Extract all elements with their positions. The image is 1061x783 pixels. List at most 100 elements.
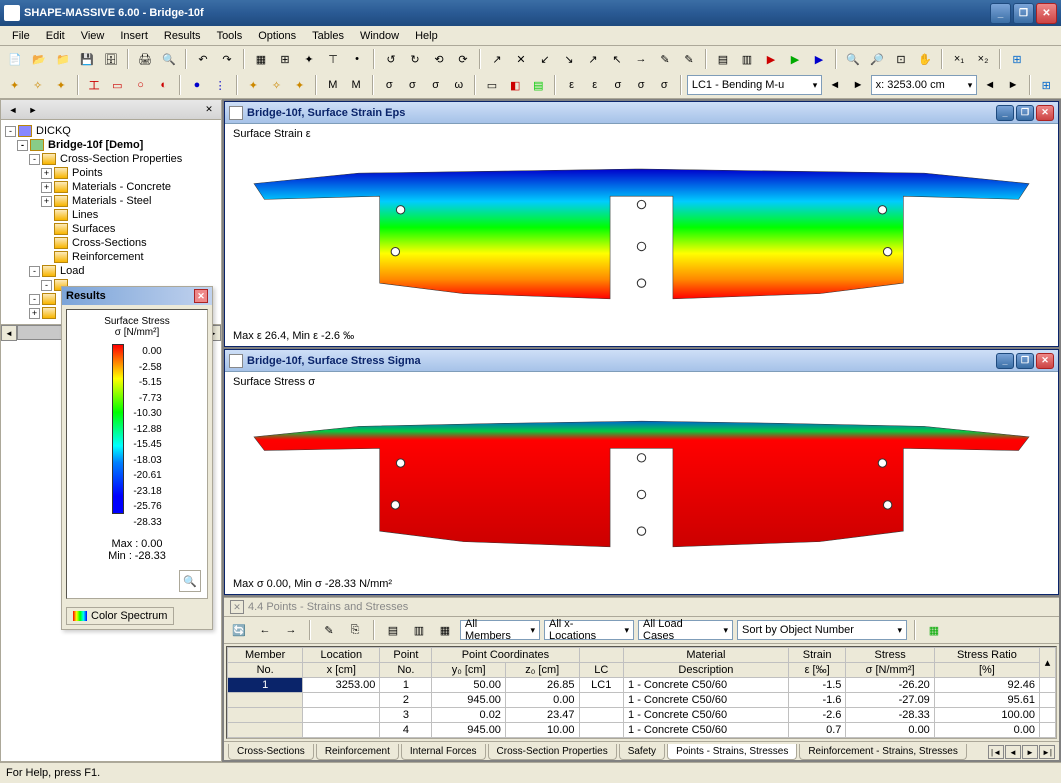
sub2-min[interactable]: _ xyxy=(996,353,1014,369)
eps4-icon[interactable]: σ xyxy=(631,74,652,96)
tab-rss[interactable]: Reinforcement - Strains, Stresses xyxy=(799,744,967,760)
zoom-fit-icon[interactable]: ⊡ xyxy=(890,48,912,70)
tool1-icon[interactable]: ✦ xyxy=(4,74,25,96)
table-close-icon[interactable]: ✕ xyxy=(230,600,244,614)
tabnav-next[interactable]: ► xyxy=(1022,745,1038,759)
zoom-legend-icon[interactable]: 🔍 xyxy=(179,570,201,592)
sub1-min[interactable]: _ xyxy=(996,105,1014,121)
win-icon[interactable]: ⊞ xyxy=(1036,74,1057,96)
eps1-icon[interactable]: ε xyxy=(561,74,582,96)
sig3-icon[interactable]: σ xyxy=(425,74,446,96)
tab-reinf[interactable]: Reinforcement xyxy=(316,744,399,760)
tabnav-prev[interactable]: ◄ xyxy=(1005,745,1021,759)
tt-excel-icon[interactable]: ▦ xyxy=(923,619,945,641)
results-table[interactable]: MemberLocation PointPoint Coordinates Ma… xyxy=(227,647,1056,738)
pan-icon[interactable]: ✋ xyxy=(914,48,936,70)
filter-xloc[interactable]: All x-Locations xyxy=(544,620,634,640)
tool2-icon[interactable]: ✧ xyxy=(27,74,48,96)
box3-icon[interactable]: ▤ xyxy=(528,74,549,96)
pt-icon[interactable]: • xyxy=(346,48,368,70)
box2-icon[interactable]: ◧ xyxy=(505,74,526,96)
table-row[interactable]: 4945.0010.001 - Concrete C50/600.70.000.… xyxy=(228,723,1056,738)
tt-refresh-icon[interactable]: 🔄 xyxy=(228,619,250,641)
sub1-max[interactable]: ❐ xyxy=(1016,105,1034,121)
maximize-button[interactable]: ❐ xyxy=(1013,3,1034,24)
star3-icon[interactable]: ✦ xyxy=(289,74,310,96)
menu-insert[interactable]: Insert xyxy=(112,28,156,44)
table-row[interactable]: 30.0223.471 - Concrete C50/60-2.6-28.331… xyxy=(228,708,1056,723)
filter-sort[interactable]: Sort by Object Number xyxy=(737,620,907,640)
arrow5-icon[interactable]: ↗ xyxy=(582,48,604,70)
table-row[interactable]: 13253.00150.0026.85LC11 - Concrete C50/6… xyxy=(228,678,1056,693)
menu-results[interactable]: Results xyxy=(156,28,209,44)
tt-copy-icon[interactable]: ⎘ xyxy=(344,619,366,641)
print-icon[interactable]: 🖨 xyxy=(134,48,156,70)
tt-b1-icon[interactable]: ▤ xyxy=(382,619,404,641)
eps3-icon[interactable]: σ xyxy=(607,74,628,96)
tt-b2-icon[interactable]: ▥ xyxy=(408,619,430,641)
run3-icon[interactable]: ▶ xyxy=(808,48,830,70)
other-icon[interactable]: ◐ xyxy=(153,74,174,96)
x1-icon[interactable]: ×₁ xyxy=(948,48,970,70)
tt-b3-icon[interactable]: ▦ xyxy=(434,619,456,641)
nav-close-icon[interactable]: ✕ xyxy=(201,102,217,118)
results-close-icon[interactable]: ✕ xyxy=(194,289,208,303)
rect-icon[interactable]: ▭ xyxy=(107,74,128,96)
Mx-icon[interactable]: M xyxy=(322,74,343,96)
nav-fwd-icon[interactable]: ► xyxy=(25,102,41,118)
snap-icon[interactable]: ⊞ xyxy=(274,48,296,70)
open2-icon[interactable]: 📁 xyxy=(52,48,74,70)
tab-if[interactable]: Internal Forces xyxy=(401,744,486,760)
tab-csp[interactable]: Cross-Section Properties xyxy=(488,744,617,760)
redo-icon[interactable]: ↷ xyxy=(216,48,238,70)
arrow8-icon[interactable]: ✎ xyxy=(654,48,676,70)
star1-icon[interactable]: ✦ xyxy=(243,74,264,96)
color-spectrum-button[interactable]: Color Spectrum xyxy=(66,607,174,625)
rot4-icon[interactable]: ⟳ xyxy=(452,48,474,70)
new-icon[interactable]: 📄 xyxy=(4,48,26,70)
save-icon[interactable]: 💾 xyxy=(76,48,98,70)
menu-edit[interactable]: Edit xyxy=(38,28,73,44)
close-button[interactable]: ✕ xyxy=(1036,3,1057,24)
menu-tools[interactable]: Tools xyxy=(209,28,251,44)
nav-back-icon[interactable]: ◄ xyxy=(5,102,21,118)
next-x-icon[interactable]: ► xyxy=(1002,74,1023,96)
zoom-out-icon[interactable]: 🔎 xyxy=(866,48,888,70)
next-lc-icon[interactable]: ► xyxy=(847,74,868,96)
eps5-icon[interactable]: σ xyxy=(654,74,675,96)
tabnav-first[interactable]: |◄ xyxy=(988,745,1004,759)
run2-icon[interactable]: ▶ xyxy=(784,48,806,70)
tab-safety[interactable]: Safety xyxy=(619,744,665,760)
prev-x-icon[interactable]: ◄ xyxy=(979,74,1000,96)
menu-options[interactable]: Options xyxy=(250,28,304,44)
arrow7-icon[interactable]: → xyxy=(630,48,652,70)
tt-back-icon[interactable]: ← xyxy=(254,619,276,641)
zoom-in-icon[interactable]: 🔍 xyxy=(842,48,864,70)
circle-icon[interactable]: ○ xyxy=(130,74,151,96)
arrow9-icon[interactable]: ✎ xyxy=(678,48,700,70)
table2-icon[interactable]: ▥ xyxy=(736,48,758,70)
sub2-max[interactable]: ❐ xyxy=(1016,353,1034,369)
My-icon[interactable]: M xyxy=(345,74,366,96)
table-row[interactable]: 2945.000.001 - Concrete C50/60-1.6-27.09… xyxy=(228,693,1056,708)
cascade-icon[interactable]: ⊞ xyxy=(1006,48,1028,70)
isec-icon[interactable]: 工 xyxy=(84,74,105,96)
undo-icon[interactable]: ↶ xyxy=(192,48,214,70)
sig1-icon[interactable]: σ xyxy=(379,74,400,96)
run1-icon[interactable]: ▶ xyxy=(760,48,782,70)
loadcase-combo[interactable]: LC1 - Bending M-u xyxy=(687,75,822,95)
table1-icon[interactable]: ▤ xyxy=(712,48,734,70)
dots-icon[interactable]: ⋮ xyxy=(210,74,231,96)
xloc-combo[interactable]: x: 3253.00 cm xyxy=(871,75,978,95)
x2-icon[interactable]: ×₂ xyxy=(972,48,994,70)
tab-cs[interactable]: Cross-Sections xyxy=(228,744,314,760)
omega-icon[interactable]: ω xyxy=(448,74,469,96)
sub2-close[interactable]: ✕ xyxy=(1036,353,1054,369)
tab-pts[interactable]: Points - Strains, Stresses xyxy=(667,744,797,760)
arrow1-icon[interactable]: ↗ xyxy=(486,48,508,70)
menu-view[interactable]: View xyxy=(73,28,113,44)
sub1-close[interactable]: ✕ xyxy=(1036,105,1054,121)
arrow6-icon[interactable]: ↖ xyxy=(606,48,628,70)
menu-file[interactable]: File xyxy=(4,28,38,44)
tt-edit-icon[interactable]: ✎ xyxy=(318,619,340,641)
